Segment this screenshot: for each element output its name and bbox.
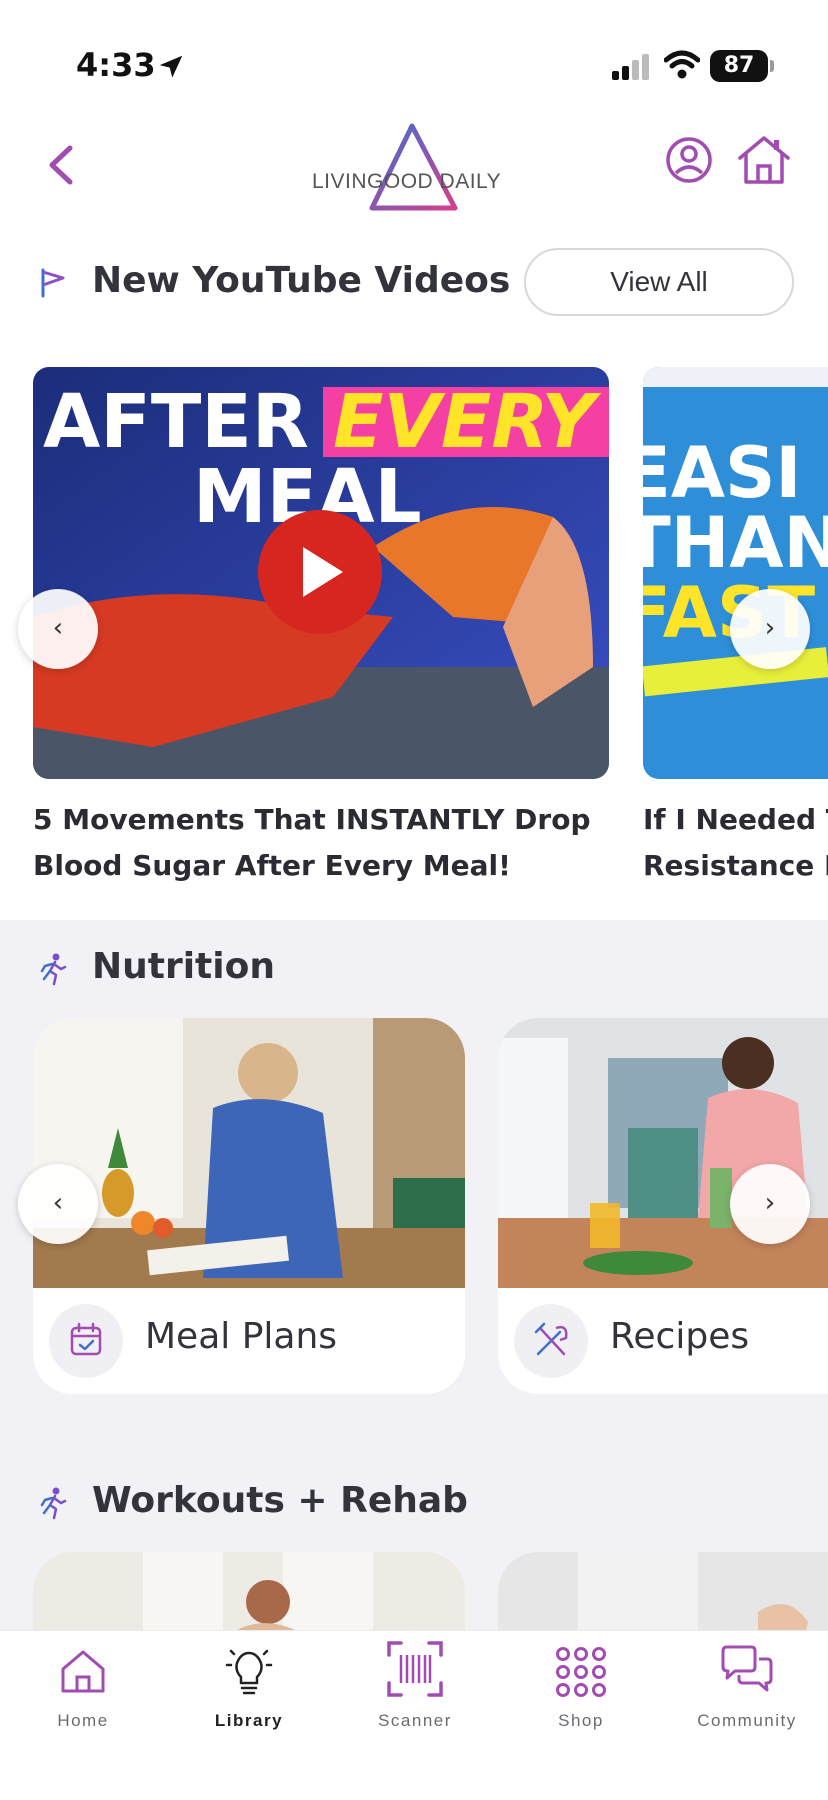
bottom-navigation: Home Library Scanner Shop Community bbox=[0, 1630, 828, 1800]
status-time: 4:33 bbox=[76, 46, 156, 84]
categories-area: Nutrition Meal Plans Recipes ‹ › Workout… bbox=[0, 920, 828, 1672]
youtube-section-title: New YouTube Videos bbox=[92, 260, 511, 301]
nav-shop-label: Shop bbox=[558, 1711, 604, 1730]
logo-text: LIVINGOOD DAILY bbox=[312, 170, 502, 193]
nav-community[interactable]: Community bbox=[664, 1631, 828, 1751]
nav-scanner[interactable]: Scanner bbox=[332, 1631, 498, 1751]
grid-dots-icon bbox=[556, 1647, 606, 1697]
home-icon bbox=[61, 1650, 105, 1693]
meal-plans-image bbox=[33, 1018, 465, 1288]
video-thumbnail[interactable]: EASI THAN FAST bbox=[643, 367, 828, 779]
running-person-icon bbox=[40, 1487, 67, 1520]
video-title-line: Blood Sugar After Every Meal! bbox=[33, 849, 511, 882]
video-title[interactable]: If I Needed T Resistance F bbox=[643, 797, 828, 889]
running-person-icon bbox=[40, 953, 67, 986]
livingood-logo: LIVINGOOD DAILY bbox=[300, 120, 540, 220]
carousel-prev-button[interactable]: ‹ bbox=[18, 589, 98, 669]
flag-icon bbox=[41, 268, 65, 298]
cellular-signal-icon bbox=[612, 54, 649, 80]
recipes-image bbox=[498, 1018, 828, 1288]
video-thumbnail-art: EASI THAN FAST bbox=[643, 367, 828, 779]
chat-bubbles-icon bbox=[721, 1645, 773, 1692]
video-title-line: If I Needed T bbox=[643, 803, 828, 836]
location-arrow-icon bbox=[159, 55, 183, 78]
fork-knife-icon bbox=[514, 1304, 588, 1378]
recipes-label: Recipes bbox=[610, 1316, 750, 1357]
status-bar: 4:33 87 bbox=[0, 0, 828, 110]
nav-library-label: Library bbox=[214, 1711, 284, 1730]
calendar-check-icon bbox=[49, 1304, 123, 1378]
profile-icon[interactable] bbox=[664, 135, 714, 185]
nav-home[interactable]: Home bbox=[0, 1631, 166, 1751]
back-chevron-icon[interactable] bbox=[40, 140, 84, 190]
lightbulb-icon bbox=[225, 1649, 273, 1695]
carousel-next-button[interactable]: › bbox=[730, 589, 810, 669]
home-outline-icon[interactable] bbox=[736, 134, 792, 186]
barcode-scanner-icon bbox=[387, 1641, 443, 1697]
nutrition-section-title: Nutrition bbox=[92, 946, 275, 987]
battery-indicator: 87 bbox=[710, 50, 774, 82]
youtube-section: New YouTube Videos View All AFTER EVERY bbox=[0, 220, 828, 920]
nav-shop[interactable]: Shop bbox=[498, 1631, 664, 1751]
wifi-icon bbox=[664, 50, 700, 79]
meal-plans-label: Meal Plans bbox=[145, 1316, 338, 1357]
carousel-prev-button[interactable]: ‹ bbox=[18, 1164, 98, 1244]
video-title-line: 5 Movements That INSTANTLY Drop bbox=[33, 803, 591, 836]
app-header: LIVINGOOD DAILY bbox=[0, 110, 828, 220]
view-all-button[interactable]: View All bbox=[524, 248, 794, 316]
svg-text:AFTER: AFTER bbox=[43, 379, 309, 465]
video-thumbnail[interactable]: AFTER EVERY MEAL bbox=[33, 367, 609, 779]
video-title[interactable]: 5 Movements That INSTANTLY Drop Blood Su… bbox=[33, 797, 593, 889]
workouts-section-title: Workouts + Rehab bbox=[92, 1480, 468, 1521]
video-thumbnail-art: AFTER EVERY MEAL bbox=[33, 367, 609, 779]
nav-library[interactable]: Library bbox=[166, 1631, 332, 1751]
nav-home-label: Home bbox=[57, 1711, 109, 1730]
svg-text:EVERY: EVERY bbox=[333, 379, 602, 465]
nav-scanner-label: Scanner bbox=[378, 1711, 452, 1730]
video-title-line: Resistance F bbox=[643, 849, 828, 882]
carousel-next-button[interactable]: › bbox=[730, 1164, 810, 1244]
nav-community-label: Community bbox=[697, 1711, 797, 1730]
